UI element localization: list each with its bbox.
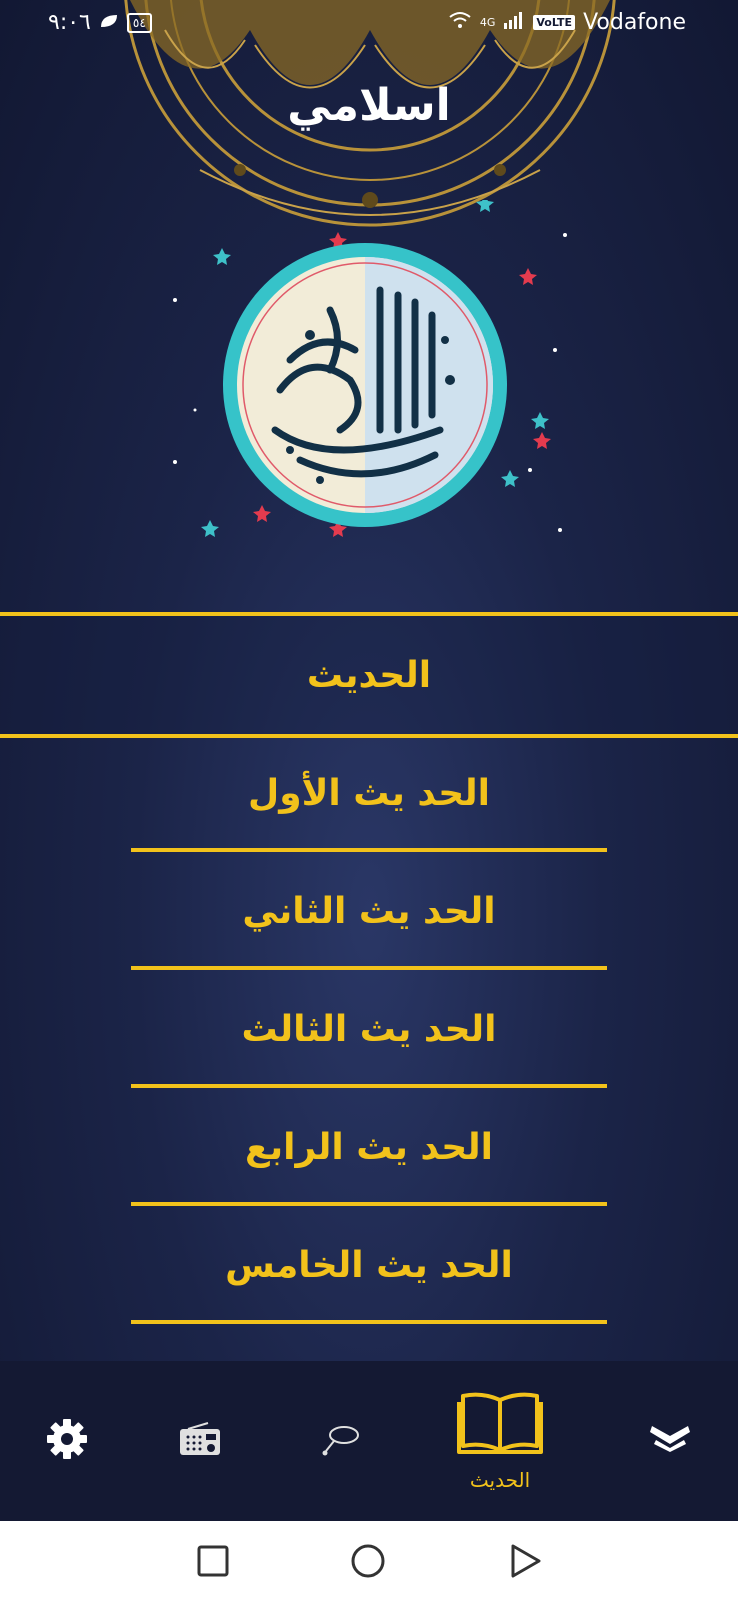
hadith-item-label: الحد يث الأول	[247, 772, 491, 814]
nav-quran[interactable]	[630, 1361, 710, 1521]
hadith-item-label: الحد يث الثالث	[241, 1008, 497, 1050]
sebha-icon	[318, 1419, 362, 1463]
app-screen: ٩:٠٦ ٥٤ 4G VoLTE Vodafone اسلامي الحديث …	[0, 0, 738, 1521]
status-time: ٩:٠٦	[48, 10, 91, 35]
bottom-navigation: الحديث	[0, 1361, 738, 1521]
system-navigation-bar	[0, 1521, 738, 1600]
hadith-item-label: الحد يث الرابع	[245, 1126, 493, 1168]
nav-hadith[interactable]: الحديث	[450, 1361, 550, 1521]
wifi-icon	[448, 10, 472, 35]
section-header: الحديث	[0, 612, 738, 738]
battery-icon: ٥٤	[126, 12, 152, 33]
carrier-name: Vodafone	[583, 10, 686, 35]
signal-icon	[503, 10, 525, 35]
bismillah-calligraphy	[223, 243, 507, 527]
hadith-item-4[interactable]: الحد يث الرابع	[0, 1088, 738, 1206]
hadith-item-2[interactable]: الحد يث الثاني	[0, 852, 738, 970]
radio-icon	[178, 1421, 222, 1461]
triangle-back-icon[interactable]	[503, 1539, 547, 1583]
leaf-icon	[99, 10, 119, 35]
status-right: 4G VoLTE Vodafone	[448, 10, 686, 35]
nav-settings[interactable]	[27, 1361, 107, 1521]
status-bar: ٩:٠٦ ٥٤ 4G VoLTE Vodafone	[0, 0, 738, 48]
hadith-item-label: الحد يث الثاني	[242, 890, 496, 932]
hadith-item-label: الحد يث الخامس	[225, 1244, 513, 1286]
status-left: ٩:٠٦ ٥٤	[48, 10, 152, 35]
quran-icon	[648, 1424, 692, 1458]
list-divider	[131, 1320, 607, 1324]
volte-badge: VoLTE	[533, 15, 576, 30]
network-type: 4G	[479, 16, 496, 29]
hadith-list: الحد يث الأول الحد يث الثاني الحد يث الث…	[0, 734, 738, 1324]
nav-radio[interactable]	[160, 1361, 240, 1521]
circle-home-icon[interactable]	[346, 1539, 390, 1583]
square-recents-icon[interactable]	[191, 1539, 235, 1583]
hadith-item-1[interactable]: الحد يث الأول	[0, 734, 738, 852]
gear-icon	[45, 1417, 89, 1465]
book-icon	[457, 1390, 543, 1460]
hadith-item-5[interactable]: الحد يث الخامس	[0, 1206, 738, 1324]
nav-hadith-label: الحديث	[469, 1468, 531, 1492]
nav-sebha[interactable]	[300, 1361, 380, 1521]
app-title: اسلامي	[287, 80, 451, 131]
hadith-item-3[interactable]: الحد يث الثالث	[0, 970, 738, 1088]
